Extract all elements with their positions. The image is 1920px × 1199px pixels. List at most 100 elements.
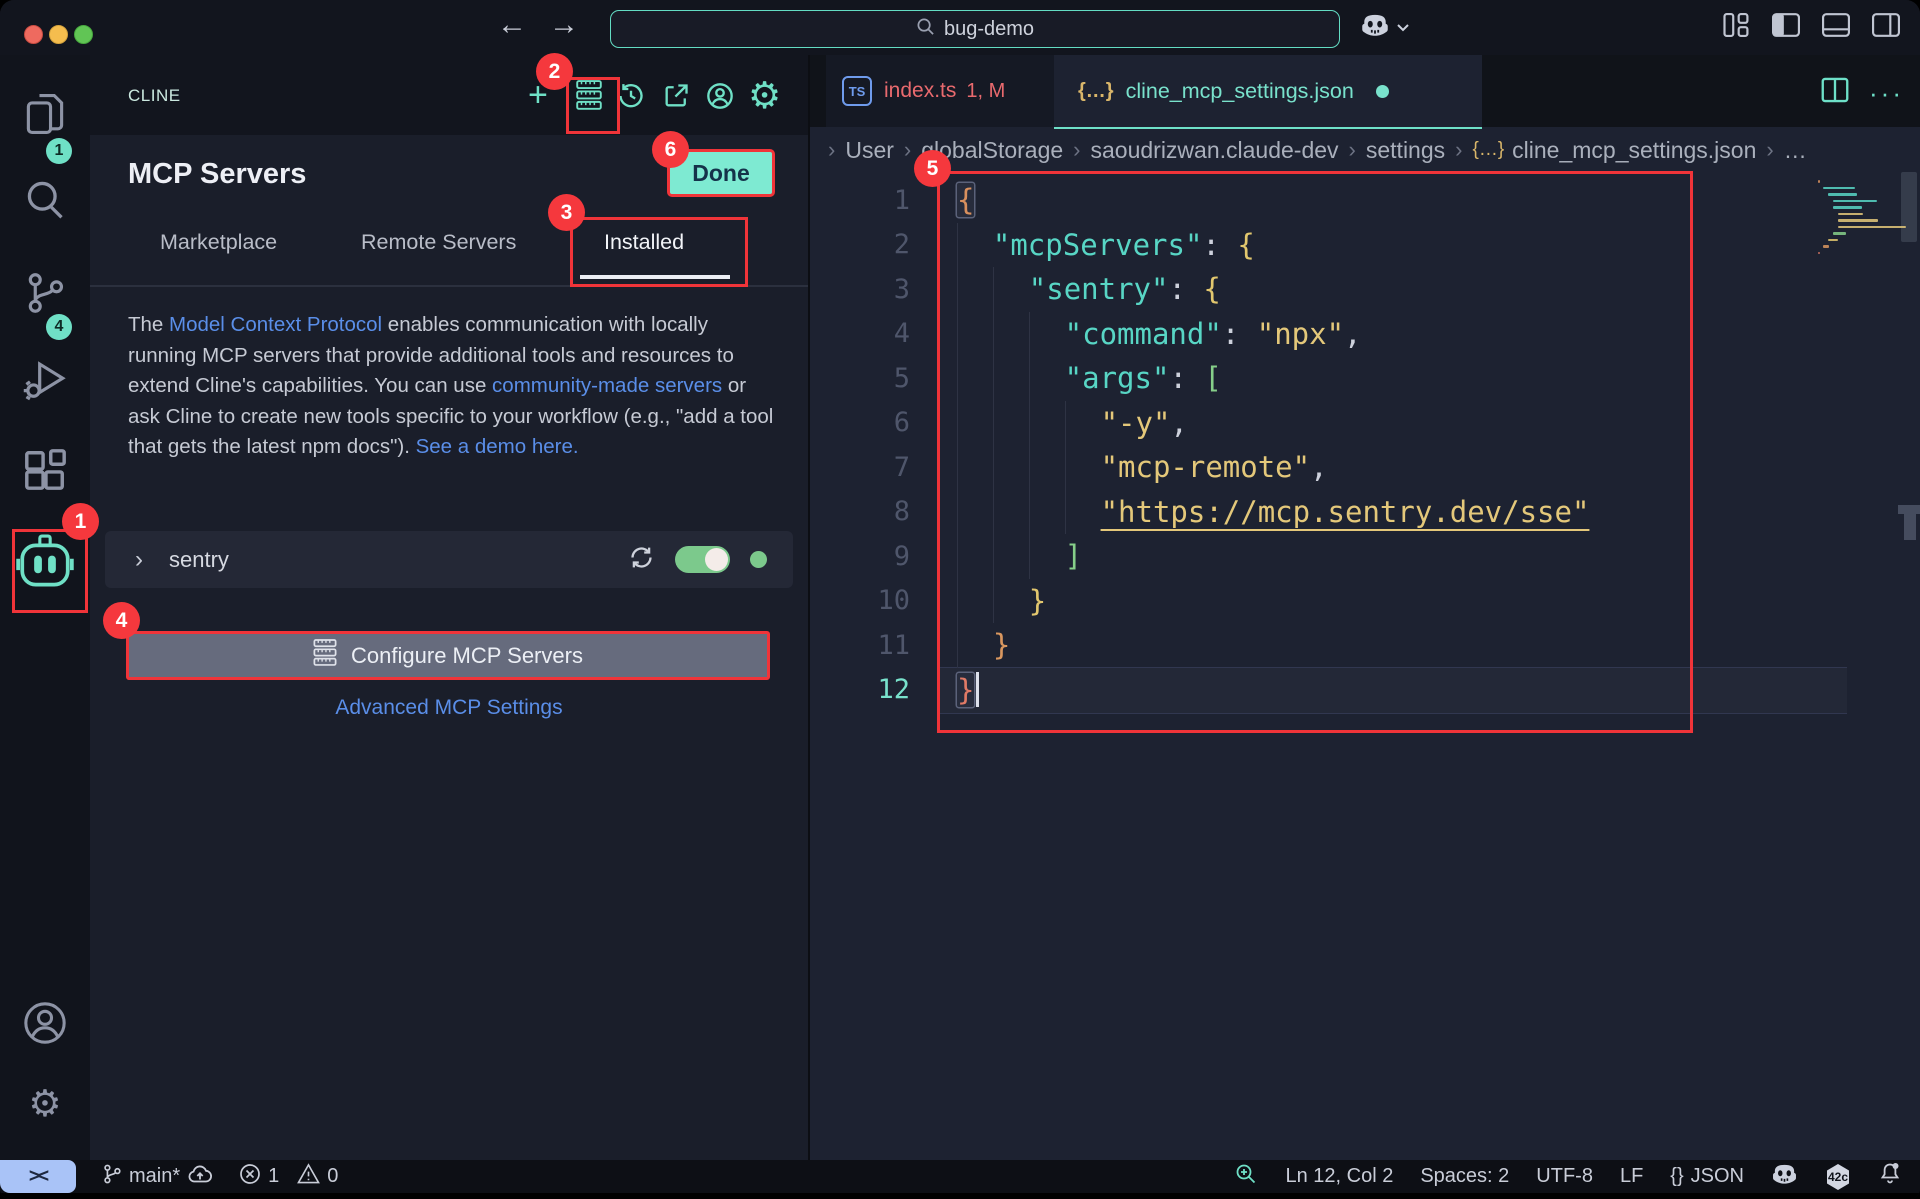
- account-button[interactable]: [0, 1000, 90, 1051]
- indent-guide: [1029, 401, 1065, 446]
- code-token: "npx": [1257, 317, 1344, 351]
- code-line[interactable]: 4"command": "npx",: [852, 312, 1362, 357]
- minimap-line: [1838, 219, 1878, 222]
- status-bar: >< main* 1: [0, 1160, 1920, 1193]
- server-status-dot: [750, 551, 767, 568]
- activity-item-extensions[interactable]: [0, 447, 90, 498]
- minimap-line: [1833, 206, 1862, 209]
- mcp-servers-button[interactable]: [576, 80, 602, 115]
- command-center-search[interactable]: bug-demo: [610, 10, 1340, 48]
- line-number: 9: [852, 541, 910, 572]
- activity-item-run-debug[interactable]: [0, 357, 90, 408]
- line-number: 7: [852, 452, 910, 483]
- description-link[interactable]: See a demo here.: [416, 435, 579, 458]
- zoom-indicator[interactable]: [1234, 1162, 1258, 1192]
- tab-installed[interactable]: Installed: [604, 230, 684, 255]
- code-token: ,: [1170, 406, 1187, 440]
- tab-marketplace[interactable]: Marketplace: [160, 230, 277, 255]
- customize-layout-button[interactable]: [1723, 13, 1750, 37]
- code-token: {: [1203, 272, 1220, 306]
- server-rack-icon: [576, 80, 602, 110]
- history-button[interactable]: [617, 82, 645, 115]
- forward-button[interactable]: →: [546, 8, 582, 42]
- code-line[interactable]: 1{: [852, 178, 974, 223]
- indent-guide: [957, 623, 993, 668]
- cline-sidebar: CLINE +: [90, 55, 808, 1160]
- hexagon-extension-badge[interactable]: 42c: [1825, 1163, 1851, 1191]
- remote-indicator[interactable]: ><: [0, 1160, 76, 1193]
- server-enabled-toggle[interactable]: [675, 546, 730, 573]
- activity-item-search[interactable]: [0, 177, 90, 226]
- toggle-knob: [705, 548, 728, 571]
- notifications-bell-icon[interactable]: [1878, 1161, 1902, 1192]
- branch-indicator[interactable]: main*: [102, 1163, 213, 1191]
- code-line[interactable]: 10}: [852, 579, 1046, 624]
- minimap-line: [1838, 213, 1863, 216]
- gear-icon: ⚙: [28, 1085, 61, 1122]
- code-token: }: [993, 628, 1010, 662]
- back-button[interactable]: ←: [494, 8, 530, 42]
- copilot-status-icon[interactable]: [1771, 1163, 1798, 1191]
- code-line[interactable]: 12}: [852, 668, 979, 713]
- minimap-line: [1828, 193, 1857, 196]
- server-row-sentry[interactable]: › sentry: [105, 531, 793, 588]
- code-line[interactable]: 3"sentry": {: [852, 267, 1221, 312]
- open-external-icon: [662, 82, 690, 110]
- configure-mcp-servers-button[interactable]: Configure MCP Servers: [126, 631, 770, 680]
- callout-2: 2: [536, 53, 573, 90]
- line-number: 6: [852, 407, 910, 438]
- cline-robot-icon: [16, 535, 74, 602]
- indent-guide: [993, 312, 1029, 357]
- traffic-light-close[interactable]: [24, 25, 43, 44]
- code-line[interactable]: 7"mcp-remote",: [852, 445, 1328, 490]
- description-link[interactable]: community-made servers: [492, 374, 722, 397]
- code-line[interactable]: 6"-y",: [852, 401, 1188, 446]
- traffic-light-maximize[interactable]: [74, 25, 93, 44]
- description-link[interactable]: Model Context Protocol: [169, 313, 382, 336]
- callout-4: 4: [103, 602, 140, 639]
- code-area[interactable]: 1{2"mcpServers": {3"sentry": {4"command"…: [810, 55, 1920, 1160]
- tab-remote-servers[interactable]: Remote Servers: [361, 230, 516, 255]
- cursor-position[interactable]: Ln 12, Col 2: [1285, 1165, 1393, 1188]
- mcp-servers-heading: MCP Servers: [128, 158, 306, 191]
- settings-button[interactable]: ⚙: [0, 1085, 90, 1122]
- mcp-description: The Model Context Protocol enables commu…: [128, 310, 780, 463]
- code-line[interactable]: 9]: [852, 534, 1082, 579]
- eol-indicator[interactable]: LF: [1620, 1165, 1643, 1188]
- indentation-indicator[interactable]: Spaces: 2: [1420, 1165, 1509, 1188]
- copilot-menu[interactable]: [1360, 13, 1410, 42]
- encoding-indicator[interactable]: UTF-8: [1536, 1165, 1593, 1188]
- indent-guide: [957, 579, 993, 624]
- indent-guide: [993, 579, 1029, 624]
- history-icon: [617, 82, 645, 110]
- account-icon-button[interactable]: [706, 82, 734, 115]
- activity-item-explorer[interactable]: 1: [0, 90, 90, 143]
- files-icon: [22, 90, 68, 143]
- line-number: 12: [852, 674, 910, 705]
- traffic-light-minimize[interactable]: [49, 25, 68, 44]
- code-line[interactable]: 8"https://mcp.sentry.dev/sse": [852, 490, 1589, 535]
- code-line[interactable]: 2"mcpServers": {: [852, 223, 1255, 268]
- advanced-mcp-settings-link[interactable]: Advanced MCP Settings: [90, 696, 808, 720]
- chevron-down-icon: [1396, 19, 1410, 37]
- branch-name: main*: [129, 1165, 180, 1188]
- text-cursor: [976, 672, 979, 707]
- code-line[interactable]: 11}: [852, 623, 1010, 668]
- indent-guide: [993, 490, 1029, 535]
- toggle-primary-sidebar-button[interactable]: [1772, 13, 1800, 37]
- indent-guide: [1029, 445, 1065, 490]
- window-bottom-edge: [0, 1193, 1920, 1199]
- toggle-panel-button[interactable]: [1822, 13, 1850, 37]
- open-in-editor-button[interactable]: [662, 82, 690, 115]
- code-line[interactable]: 5"args": [: [852, 356, 1222, 401]
- language-indicator[interactable]: {} JSON: [1670, 1165, 1744, 1188]
- restart-server-icon[interactable]: [628, 544, 655, 576]
- line-number: 10: [852, 585, 910, 616]
- line-number: 5: [852, 363, 910, 394]
- toggle-secondary-sidebar-button[interactable]: [1872, 13, 1900, 37]
- settings-icon-button[interactable]: ⚙: [748, 77, 781, 114]
- code-token: "command": [1065, 317, 1222, 351]
- chevron-right-icon[interactable]: ›: [135, 546, 143, 574]
- activity-item-source-control[interactable]: 4: [0, 270, 90, 321]
- problems-indicator[interactable]: 1 0: [239, 1163, 338, 1191]
